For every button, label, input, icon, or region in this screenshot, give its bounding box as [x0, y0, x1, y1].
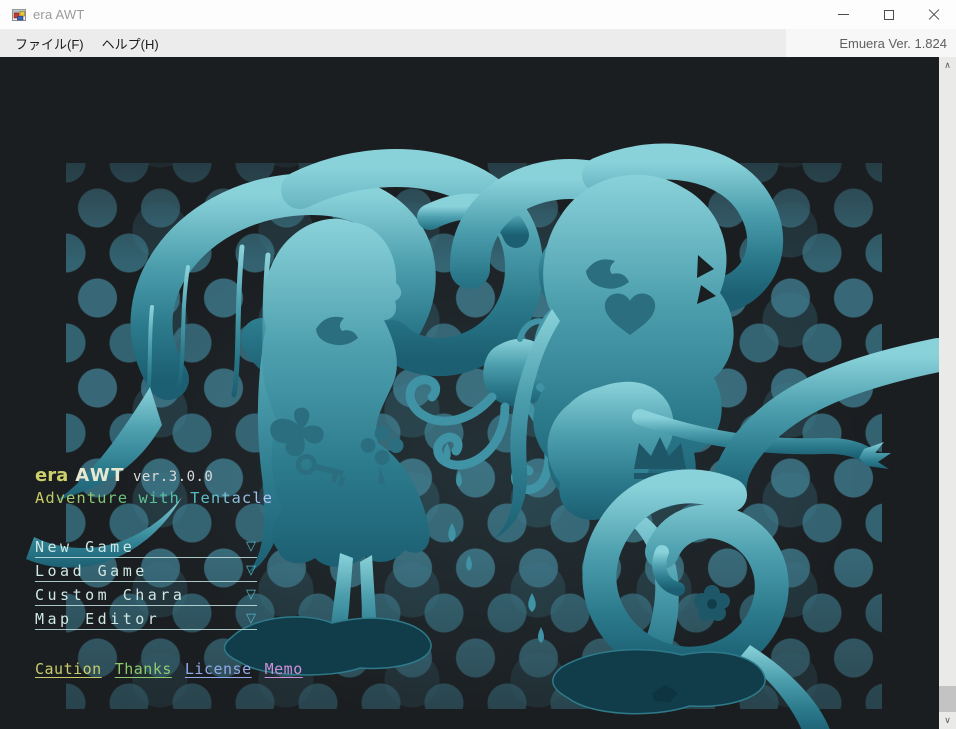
minimize-icon [838, 14, 849, 15]
logo-version: ver.3.0.0 [133, 469, 213, 485]
menu-underline [35, 605, 257, 606]
link-caution[interactable]: Caution [35, 660, 102, 678]
menu-bar: ファイル(F) ヘルプ(H) Emuera Ver. 1.824 [0, 29, 956, 57]
app-window: era AWT ファイル(F) ヘルプ(H) Emuera Ver. 1.824 [0, 0, 956, 729]
title-bar: era AWT [0, 0, 956, 29]
logo-era: era [35, 465, 68, 486]
dropdown-triangle-icon: ▽ [246, 587, 256, 602]
maximize-icon [884, 10, 894, 20]
scroll-up-button[interactable]: ∧ [939, 57, 956, 74]
window-title: era AWT [33, 7, 84, 22]
logo-awt: AWT [75, 465, 125, 486]
menu-link-load-game[interactable]: Load Game ▽ [35, 561, 257, 585]
menu-underline [35, 557, 257, 558]
menu-underline [35, 629, 257, 630]
link-memo[interactable]: Memo [265, 660, 303, 678]
dropdown-triangle-icon: ▽ [246, 563, 256, 578]
scroll-down-icon: ∨ [944, 716, 951, 726]
game-text-layer: eraAWTver.3.0.0 Adventure with Tentacle … [0, 57, 939, 729]
app-icon [11, 7, 27, 23]
vertical-scrollbar[interactable]: ∧ ∨ [939, 57, 956, 729]
main-menu: New Game ▽ Load Game ▽ Custom Chara ▽ Ma… [35, 537, 257, 633]
close-button[interactable] [911, 0, 956, 29]
version-label: Emuera Ver. 1.824 [786, 29, 956, 57]
scroll-up-icon: ∧ [944, 61, 951, 71]
game-logo: era AWT ver.3.0.0 [35, 465, 213, 486]
dropdown-triangle-icon: ▽ [246, 611, 256, 626]
scrollbar-thumb[interactable] [939, 686, 956, 712]
menu-link-new-game[interactable]: New Game ▽ [35, 537, 257, 561]
window-controls [821, 0, 956, 29]
footer-links: Caution Thanks License Memo [35, 660, 316, 678]
menu-underline [35, 581, 257, 582]
link-license[interactable]: License [185, 660, 252, 678]
link-thanks[interactable]: Thanks [115, 660, 172, 678]
maximize-button[interactable] [866, 0, 911, 29]
minimize-button[interactable] [821, 0, 866, 29]
menu-link-map-editor[interactable]: Map Editor ▽ [35, 609, 257, 633]
menu-help[interactable]: ヘルプ(H) [93, 29, 168, 57]
menu-link-custom-chara[interactable]: Custom Chara ▽ [35, 585, 257, 609]
scroll-down-button[interactable]: ∨ [939, 712, 956, 729]
game-canvas: eraAWTver.3.0.0 Adventure with Tentacle … [0, 57, 939, 729]
game-subtitle: Adventure with Tentacle [35, 489, 273, 507]
close-icon [928, 9, 940, 21]
dropdown-triangle-icon: ▽ [246, 539, 256, 554]
menu-file[interactable]: ファイル(F) [6, 29, 93, 57]
